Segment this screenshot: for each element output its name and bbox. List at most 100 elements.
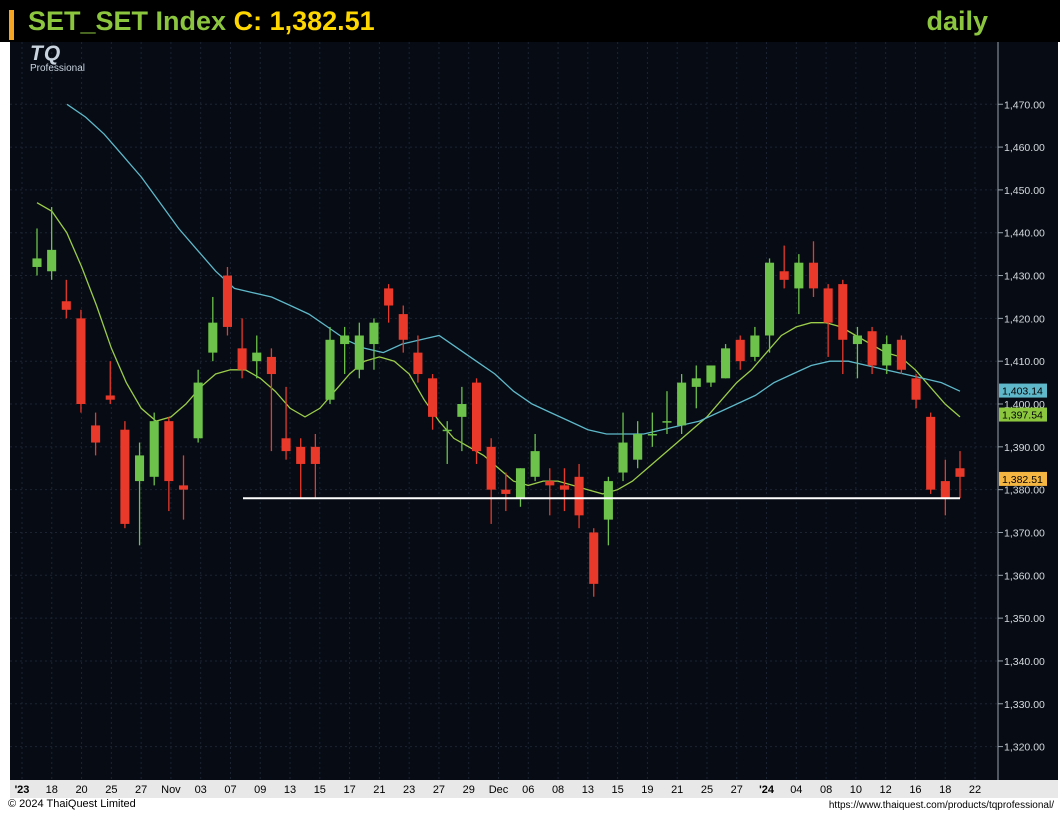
candle-body	[691, 378, 701, 387]
plot-area	[10, 42, 998, 780]
candle-body	[442, 429, 452, 432]
candle-body	[662, 421, 672, 423]
x-tick-label: 21	[671, 784, 683, 796]
candle-body	[222, 275, 233, 327]
x-tick-label: 15	[612, 784, 624, 796]
last-price-tag: 1,382.51	[1002, 474, 1043, 486]
y-tick-label: 1,380.00	[1004, 485, 1045, 497]
ma-short-tag: 1,397.54	[1002, 410, 1043, 422]
candle-body	[501, 489, 511, 494]
x-tick-label: 22	[969, 784, 981, 796]
y-tick-label: 1,410.00	[1004, 356, 1045, 368]
candle-body	[721, 348, 731, 379]
candle-body	[178, 485, 189, 490]
candle-body	[340, 335, 350, 345]
candle-body	[808, 262, 819, 289]
logo-subtitle: Professional	[30, 63, 86, 74]
y-tick-label: 1,430.00	[1004, 271, 1045, 283]
y-tick-label: 1,450.00	[1004, 185, 1045, 197]
x-tick-label: 13	[284, 784, 296, 796]
y-tick-label: 1,440.00	[1004, 228, 1045, 240]
candle-body	[530, 451, 540, 477]
x-tick-label: 18	[939, 784, 951, 796]
candle-body	[91, 425, 101, 443]
x-tick-label: 08	[552, 784, 564, 796]
price-chart[interactable]: 1,470.00 1,460.00 1,450.00 1,440.00 1,430.00…	[0, 0, 1060, 798]
x-tick-label: 04	[790, 784, 802, 796]
x-tick-label: 15	[314, 784, 326, 796]
candle-body	[164, 421, 174, 482]
candle-body	[413, 352, 423, 375]
candle-body	[47, 249, 57, 272]
candle-body	[852, 335, 862, 345]
candle-body	[618, 442, 628, 473]
candle-body	[369, 322, 379, 345]
candle-body	[559, 485, 569, 490]
candle-body	[911, 378, 921, 400]
x-tick-label: '23	[15, 784, 30, 796]
candle-body	[647, 433, 657, 436]
x-tick-label: '24	[759, 784, 775, 796]
candle-body	[838, 284, 848, 340]
x-tick-label: 03	[195, 784, 207, 796]
x-tick-label: 08	[820, 784, 832, 796]
source-url[interactable]: https://www.thaiquest.com/products/tqpro…	[829, 800, 1054, 811]
x-tick-label: 25	[701, 784, 713, 796]
x-tick-label: 20	[75, 784, 87, 796]
candle-body	[398, 314, 408, 340]
candle-body	[193, 382, 203, 439]
y-tick-label: 1,340.00	[1004, 656, 1045, 668]
x-tick-label: 27	[135, 784, 147, 796]
candle-body	[105, 395, 115, 400]
candle-body	[471, 382, 482, 452]
candle-body	[32, 258, 42, 267]
x-tick-label: 23	[403, 784, 415, 796]
candle-body	[76, 318, 86, 405]
x-tick-label: 12	[880, 784, 892, 796]
y-tick-label: 1,390.00	[1004, 442, 1045, 454]
y-tick-label: 1,360.00	[1004, 570, 1045, 582]
candle-body	[120, 429, 130, 524]
x-tick-label: 16	[909, 784, 921, 796]
copyright-text: © 2024 ThaiQuest Limited	[8, 798, 136, 810]
candle-body	[867, 331, 877, 366]
x-tick-label: 17	[343, 784, 355, 796]
candle-body	[955, 468, 965, 477]
y-tick-label: 1,350.00	[1004, 613, 1045, 625]
candle-body	[457, 404, 467, 417]
candle-body	[545, 481, 555, 486]
x-tick-label: 27	[731, 784, 743, 796]
x-tick-label: 21	[373, 784, 385, 796]
x-tick-label: Nov	[161, 784, 181, 796]
candle-body	[281, 438, 291, 452]
candle-body	[779, 271, 789, 280]
candle-body	[823, 288, 833, 323]
y-tick-label: 1,460.00	[1004, 142, 1045, 154]
x-tick-label: 29	[463, 784, 475, 796]
x-tick-label: 06	[522, 784, 534, 796]
candle-body	[354, 335, 364, 370]
candle-body	[794, 262, 804, 289]
y-tick-label: 1,420.00	[1004, 313, 1045, 325]
candle-body	[940, 481, 950, 499]
candle-body	[750, 335, 760, 357]
candle-body	[633, 433, 643, 460]
candle-body	[149, 421, 159, 477]
x-tick-label: 25	[105, 784, 117, 796]
candle-body	[61, 301, 71, 310]
candle-body	[574, 476, 584, 516]
candle-body	[310, 446, 320, 464]
candle-body	[735, 339, 745, 362]
x-tick-label: 07	[224, 784, 236, 796]
x-tick-label: 13	[582, 784, 594, 796]
x-tick-label: 27	[433, 784, 445, 796]
candle-body	[896, 339, 906, 370]
candle-body	[296, 446, 306, 464]
candle-body	[706, 365, 716, 383]
tq-logo: TQ Professional	[30, 42, 85, 74]
y-tick-label: 1,330.00	[1004, 699, 1045, 711]
candle-body	[135, 455, 145, 482]
x-tick-label: 19	[641, 784, 653, 796]
x-tick-label: 09	[254, 784, 266, 796]
candle-body	[603, 481, 613, 520]
